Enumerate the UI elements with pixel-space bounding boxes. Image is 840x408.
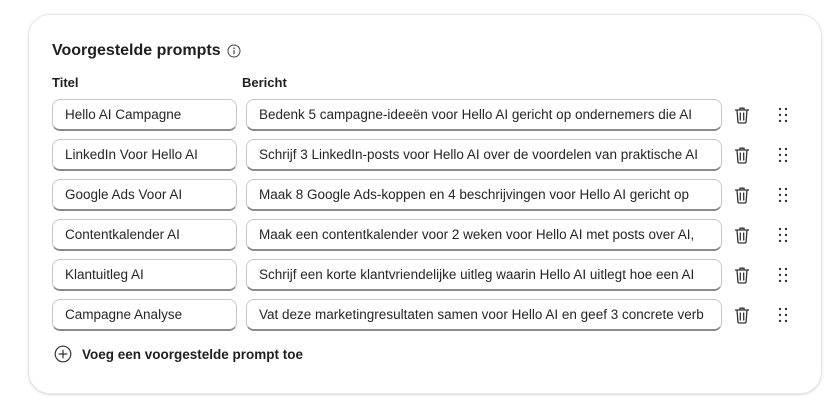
prompt-title-input[interactable]: LinkedIn Voor Hello AI [52,139,237,171]
prompt-title-input[interactable]: Contentkalender AI [52,219,237,251]
drag-handle[interactable] [773,265,793,285]
trash-icon [734,307,750,324]
prompt-message-value: Schrijf 3 LinkedIn-posts voor Hello AI o… [259,147,698,162]
prompt-row: Contentkalender AI Maak een contentkalen… [52,219,812,259]
drag-handle[interactable] [773,105,793,125]
drag-handle[interactable] [773,305,793,325]
drag-handle-icon [778,107,788,123]
trash-icon [734,187,750,204]
prompt-message-input[interactable]: Schrijf 3 LinkedIn-posts voor Hello AI o… [246,139,722,171]
delete-prompt-button[interactable] [732,105,752,125]
delete-prompt-button[interactable] [732,305,752,325]
prompt-message-value: Maak 8 Google Ads-koppen en 4 beschrijvi… [259,187,690,202]
delete-prompt-button[interactable] [732,185,752,205]
prompt-title-value: Contentkalender AI [65,227,180,242]
prompt-row: Klantuitleg AI Schrijf een korte klantvr… [52,259,812,299]
prompt-message-value: Vat deze marketingresultaten samen voor … [259,307,704,322]
trash-icon [734,267,750,284]
info-icon[interactable] [227,44,241,58]
column-header-title: Titel [52,75,79,90]
drag-handle-icon [778,267,788,283]
drag-handle-icon [778,307,788,323]
add-suggested-prompt-button[interactable]: Voeg een voorgestelde prompt toe [54,345,303,363]
prompt-row: Hello AI Campagne Bedenk 5 campagne-idee… [52,99,812,139]
trash-icon [734,227,750,244]
prompt-title-input[interactable]: Hello AI Campagne [52,99,237,131]
prompt-row: Google Ads Voor AI Maak 8 Google Ads-kop… [52,179,812,219]
prompt-message-input[interactable]: Vat deze marketingresultaten samen voor … [246,299,722,331]
prompt-row: LinkedIn Voor Hello AI Schrijf 3 LinkedI… [52,139,812,179]
delete-prompt-button[interactable] [732,145,752,165]
drag-handle[interactable] [773,185,793,205]
prompt-title-value: Google Ads Voor AI [65,187,183,202]
prompt-title-value: Klantuitleg AI [65,267,144,282]
prompt-title-input[interactable]: Klantuitleg AI [52,259,237,291]
add-suggested-prompt-label: Voeg een voorgestelde prompt toe [82,346,304,362]
prompt-message-input[interactable]: Schrijf een korte klantvriendelijke uitl… [246,259,722,291]
section-header: Voorgestelde prompts [52,42,241,60]
suggested-prompts-card: Voorgestelde prompts Titel Bericht Hello… [28,14,822,394]
section-title: Voorgestelde prompts [52,42,221,59]
delete-prompt-button[interactable] [732,265,752,285]
prompt-message-input[interactable]: Maak 8 Google Ads-koppen en 4 beschrijvi… [246,179,722,211]
prompt-row: Campagne Analyse Vat deze marketingresul… [52,299,812,339]
prompt-message-value: Schrijf een korte klantvriendelijke uitl… [259,267,695,282]
prompt-message-value: Bedenk 5 campagne-ideeën voor Hello AI g… [259,107,693,122]
prompt-title-value: LinkedIn Voor Hello AI [65,147,198,162]
column-header-message: Bericht [242,75,287,90]
plus-circle-icon [54,345,72,363]
drag-handle[interactable] [773,145,793,165]
prompt-list: Hello AI Campagne Bedenk 5 campagne-idee… [52,99,812,339]
prompt-title-input[interactable]: Campagne Analyse [52,299,237,331]
prompt-title-value: Hello AI Campagne [65,107,182,122]
prompt-message-input[interactable]: Bedenk 5 campagne-ideeën voor Hello AI g… [246,99,722,131]
drag-handle-icon [778,187,788,203]
trash-icon [734,107,750,124]
drag-handle-icon [778,227,788,243]
prompt-title-input[interactable]: Google Ads Voor AI [52,179,237,211]
prompt-title-value: Campagne Analyse [65,307,183,322]
drag-handle-icon [778,147,788,163]
delete-prompt-button[interactable] [732,225,752,245]
drag-handle[interactable] [773,225,793,245]
prompt-message-input[interactable]: Maak een contentkalender voor 2 weken vo… [246,219,722,251]
trash-icon [734,147,750,164]
prompt-message-value: Maak een contentkalender voor 2 weken vo… [259,227,695,242]
